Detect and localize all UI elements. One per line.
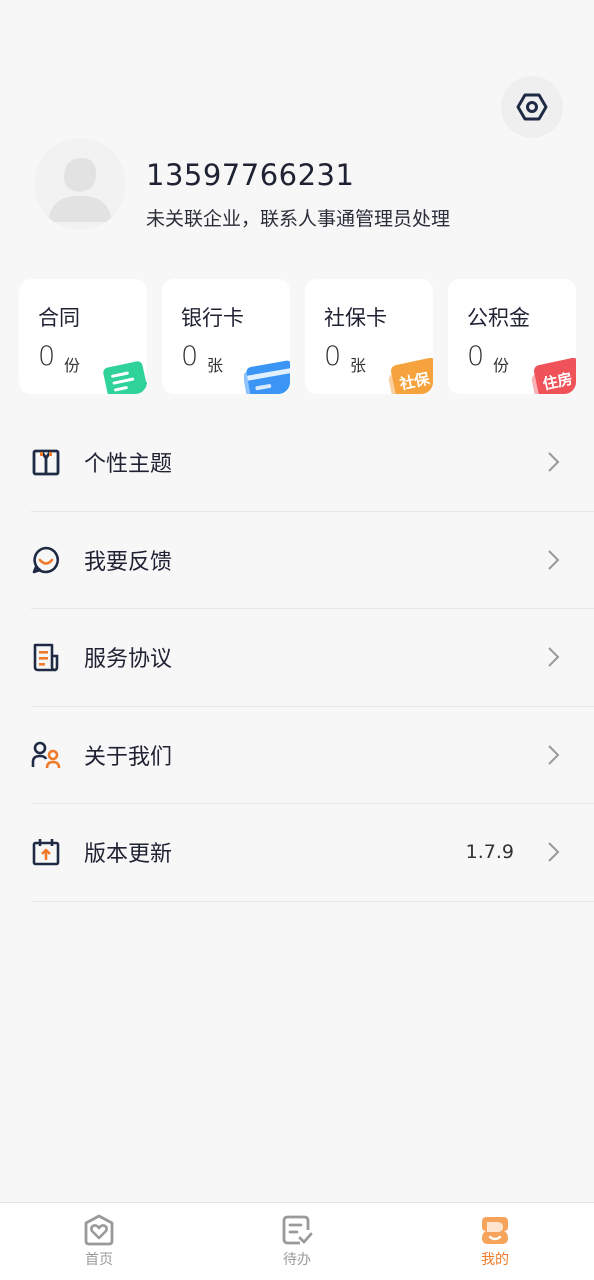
menu-item-about[interactable]: 关于我们 xyxy=(31,707,594,804)
card-contract[interactable]: 合同 0 份 xyxy=(19,279,147,394)
home-heart-icon xyxy=(84,1214,114,1246)
todo-check-icon xyxy=(282,1215,313,1245)
housing-fund-badge-icon: 住房 xyxy=(531,358,576,394)
feedback-chat-icon xyxy=(32,546,59,574)
menu-item-label: 版本更新 xyxy=(84,842,173,868)
avatar-placeholder-icon xyxy=(34,138,126,230)
card-title: 银行卡 xyxy=(181,306,244,330)
settings-button[interactable] xyxy=(501,76,563,138)
chevron-right-icon xyxy=(548,842,560,862)
menu-item-label: 我要反馈 xyxy=(84,549,173,575)
chevron-right-icon xyxy=(548,452,560,472)
user-phone: 13597766231 xyxy=(146,158,355,192)
card-unit: 份 xyxy=(493,356,510,375)
tab-todo[interactable]: 待办 xyxy=(237,1203,357,1280)
menu-item-label: 服务协议 xyxy=(84,647,173,673)
card-bank[interactable]: 银行卡 0 张 xyxy=(162,279,290,394)
bottom-tab-bar: 首页 待办 我的 xyxy=(0,1202,594,1280)
org-status-note: 未关联企业，联系人事通管理员处理 xyxy=(146,208,451,230)
tab-mine[interactable]: 我的 xyxy=(435,1203,555,1280)
menu-item-agreement[interactable]: 服务协议 xyxy=(31,609,594,707)
card-title: 合同 xyxy=(38,306,80,330)
card-housing-fund[interactable]: 公积金 0 份 住房 xyxy=(448,279,576,394)
tab-label: 我的 xyxy=(481,1252,509,1268)
card-title: 公积金 xyxy=(467,306,530,330)
card-count: 0 xyxy=(38,341,56,372)
menu-item-label: 关于我们 xyxy=(84,744,173,770)
menu-item-theme[interactable]: 个性主题 xyxy=(31,414,594,512)
menu-item-feedback[interactable]: 我要反馈 xyxy=(31,512,594,609)
update-calendar-icon xyxy=(32,839,60,866)
card-unit: 张 xyxy=(350,356,367,375)
contract-doc-icon xyxy=(103,361,147,394)
chevron-right-icon xyxy=(548,745,560,765)
card-count: 0 xyxy=(181,341,199,372)
card-unit: 张 xyxy=(207,356,224,375)
chevron-right-icon xyxy=(548,647,560,667)
asset-cards: 合同 0 份 银行卡 0 张 社保卡 0 张 社保 公积金 0 份 住房 xyxy=(19,279,577,394)
menu-item-version-update[interactable]: 版本更新 1.7.9 xyxy=(31,804,594,902)
tab-label: 待办 xyxy=(283,1252,311,1268)
social-security-badge-icon: 社保 xyxy=(388,358,433,394)
card-social-security[interactable]: 社保卡 0 张 社保 xyxy=(305,279,433,394)
card-unit: 份 xyxy=(64,356,81,375)
chevron-right-icon xyxy=(548,550,560,570)
avatar[interactable] xyxy=(34,138,126,230)
card-count: 0 xyxy=(324,341,342,372)
settings-menu: 个性主题 我要反馈 服务协议 关于我们 版本更新 1.7.9 xyxy=(31,414,594,902)
bank-card-icon xyxy=(244,360,290,394)
version-number: 1.7.9 xyxy=(465,841,514,864)
theme-shirt-icon xyxy=(32,449,60,476)
tab-label: 首页 xyxy=(85,1252,113,1268)
settings-hexagon-icon xyxy=(516,93,548,121)
agreement-document-icon xyxy=(33,643,59,672)
card-title: 社保卡 xyxy=(324,306,387,330)
menu-item-label: 个性主题 xyxy=(84,452,173,478)
tab-home[interactable]: 首页 xyxy=(39,1203,159,1280)
profile-face-icon xyxy=(482,1217,508,1244)
about-people-icon xyxy=(31,741,61,768)
card-count: 0 xyxy=(467,341,485,372)
